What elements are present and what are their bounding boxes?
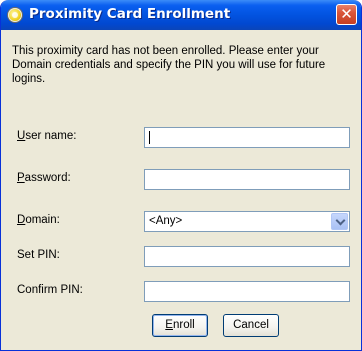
- chevron-down-icon[interactable]: [331, 213, 348, 230]
- window-title: Proximity Card Enrollment: [29, 6, 231, 22]
- enroll-button[interactable]: Enroll: [152, 314, 208, 337]
- domain-select[interactable]: <Any>: [144, 211, 350, 232]
- title-bar[interactable]: Proximity Card Enrollment ✕: [1, 0, 361, 30]
- password-label-text: assword:: [24, 172, 71, 184]
- domain-selected-value: <Any>: [149, 215, 183, 227]
- set-pin-label: Set PIN:: [17, 249, 60, 261]
- enrollment-dialog: Proximity Card Enrollment ✕ This proximi…: [0, 0, 362, 351]
- proximity-card-icon: [8, 8, 22, 22]
- password-label-accelerator: P: [17, 172, 25, 184]
- enroll-accelerator: E: [165, 319, 173, 331]
- set-pin-input[interactable]: [144, 246, 350, 267]
- password-label: Password:: [17, 172, 71, 184]
- enroll-label: nroll: [172, 319, 195, 331]
- password-input[interactable]: [144, 169, 350, 190]
- close-button[interactable]: ✕: [336, 4, 357, 25]
- text-caret: [149, 131, 150, 144]
- username-label-text: ser name:: [25, 130, 77, 142]
- username-label: User name:: [17, 130, 76, 142]
- username-input[interactable]: [144, 127, 350, 148]
- domain-label: Domain:: [17, 214, 60, 226]
- domain-label-text: omain:: [25, 214, 60, 226]
- confirm-pin-input[interactable]: [144, 281, 350, 302]
- confirm-pin-label: Confirm PIN:: [17, 284, 83, 296]
- cancel-button[interactable]: Cancel: [223, 314, 279, 337]
- instruction-text: This proximity card has not been enrolle…: [12, 45, 326, 85]
